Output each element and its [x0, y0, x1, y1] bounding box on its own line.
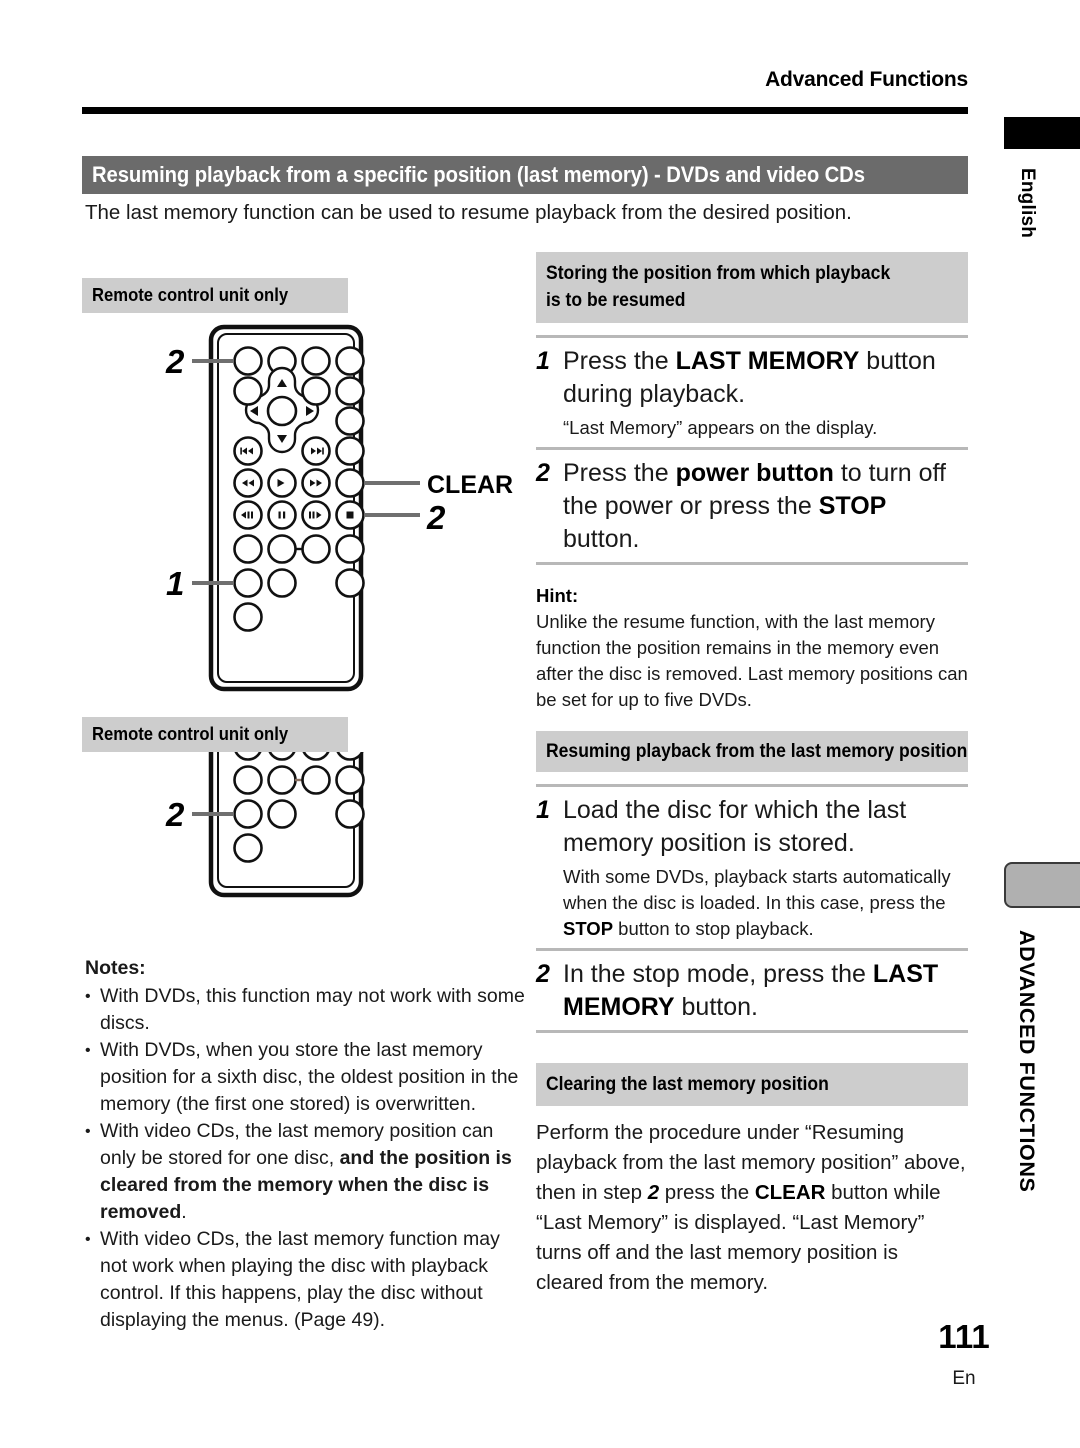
callout-clear-label: CLEAR — [427, 471, 513, 499]
subhead-storing-position-line1: Storing the position from which playback — [546, 262, 891, 284]
note-item: • With video CDs, the last memory functio… — [85, 1226, 525, 1334]
step-1-resume: 1 Load the disc for which the last memor… — [536, 787, 968, 948]
remote-diagram-partial: 2 — [82, 752, 522, 932]
subhead-resuming-playback-text: Resuming playback from the last memory p… — [546, 740, 968, 762]
text-run: STOP — [818, 492, 887, 520]
hint-text: Unlike the resume function, with the las… — [536, 611, 968, 710]
note-item: • With video CDs, the last memory positio… — [85, 1118, 525, 1226]
text-run: LAST MEMORY — [675, 347, 860, 375]
step-number: 1 — [536, 796, 550, 824]
bullet-icon: • — [85, 1042, 91, 1059]
note-item: • With DVDs, when you store the last memo… — [85, 1037, 525, 1118]
remote-label-bottom: Remote control unit only — [82, 717, 348, 752]
step-1-store: 1 Press the LAST MEMORY button during pl… — [536, 338, 968, 447]
bullet-icon: • — [85, 988, 91, 1005]
subhead-clearing-position: Clearing the last memory position — [536, 1063, 968, 1106]
left-column: Remote control unit only 2 1 CLEAR 2 Rem… — [82, 278, 522, 932]
step-main-text: Press the power button to turn off the p… — [563, 457, 968, 556]
remote-label-bottom-text: Remote control unit only — [92, 723, 289, 744]
remote-label-top: Remote control unit only — [82, 278, 348, 313]
text-run: Press the — [563, 459, 676, 487]
text-run: CLEAR — [754, 1181, 826, 1204]
callout-2-top: 2 — [165, 343, 185, 380]
step-sub-text: With some DVDs, playback starts automati… — [563, 864, 968, 942]
remote-diagram-partial-svg: 2 — [165, 752, 365, 898]
remote-diagram-full-svg: 2 1 CLEAR 2 — [165, 324, 513, 692]
text-run: button. — [563, 525, 640, 553]
text-run: power button — [675, 459, 834, 487]
section-title-text: Resuming playback from a specific positi… — [92, 162, 865, 187]
side-label-advanced-functions: ADVANCED FUNCTIONS — [1015, 930, 1039, 1193]
notes-list: • With DVDs, this function may not work w… — [85, 983, 525, 1334]
step-number: 1 — [536, 347, 550, 375]
step-main-text: Load the disc for which the last memory … — [563, 794, 968, 860]
note-text: With video CDs, the last memory position… — [100, 1118, 525, 1226]
callout-2-stop: 2 — [426, 499, 446, 536]
step-number: 2 — [536, 960, 550, 988]
note-text: With video CDs, the last memory function… — [100, 1226, 525, 1334]
header-rule — [82, 107, 968, 114]
note-text: With DVDs, when you store the last memor… — [100, 1037, 525, 1118]
page-language-mark: En — [952, 1368, 976, 1389]
side-tab-black — [1004, 117, 1080, 149]
text-run: With DVDs, when you store the last memor… — [100, 1039, 519, 1115]
step-2-resume: 2 In the stop mode, press the LAST MEMOR… — [536, 951, 968, 1030]
text-run: “Last Memory” appears on the display. — [563, 417, 878, 438]
note-item: • With DVDs, this function may not work w… — [85, 983, 525, 1037]
rule — [536, 1030, 968, 1033]
text-run: button to stop playback. — [613, 918, 814, 939]
hint-title: Hint: — [536, 585, 579, 606]
subhead-storing-position-line2: is to be resumed — [546, 289, 686, 311]
text-run: With video CDs, the last memory function… — [100, 1228, 500, 1331]
subhead-clearing-position-text: Clearing the last memory position — [546, 1073, 829, 1095]
rule — [536, 562, 968, 565]
remote-label-top-text: Remote control unit only — [92, 284, 289, 305]
notes-title: Notes: — [85, 957, 146, 979]
step-number: 2 — [536, 459, 550, 487]
side-tab-gray — [1004, 862, 1080, 908]
page-number: 111 — [938, 1318, 990, 1355]
callout-1: 1 — [166, 565, 184, 602]
text-run: press the — [659, 1181, 755, 1204]
text-run: . — [181, 1201, 187, 1223]
bullet-icon: • — [85, 1231, 91, 1248]
notes-block: Notes: • With DVDs, this function may not… — [85, 955, 525, 1334]
text-run: In the stop mode, press the — [563, 960, 873, 988]
text-run: STOP — [563, 918, 614, 939]
step-2-store: 2 Press the power button to turn off the… — [536, 450, 968, 562]
remote-diagram-full: 2 1 CLEAR 2 — [82, 313, 522, 713]
step-main-text: In the stop mode, press the LAST MEMORY … — [563, 958, 968, 1024]
text-run: button. — [674, 993, 758, 1021]
step-main-text: Press the LAST MEMORY button during play… — [563, 345, 968, 411]
text-run: With some DVDs, playback starts automati… — [563, 866, 951, 913]
clearing-paragraph: Perform the procedure under “Resuming pl… — [536, 1118, 968, 1298]
side-label-english: English — [1017, 168, 1038, 239]
intro-paragraph: The last memory function can be used to … — [85, 201, 852, 224]
running-head: Advanced Functions — [765, 68, 968, 91]
bullet-icon: • — [85, 1123, 91, 1140]
text-run: Load the disc for which the last memory … — [563, 796, 907, 857]
right-column: Storing the position from which playback… — [536, 252, 968, 1298]
text-run: With DVDs, this function may not work wi… — [100, 985, 525, 1034]
step-sub-text: “Last Memory” appears on the display. — [563, 415, 968, 441]
subhead-resuming-playback: Resuming playback from the last memory p… — [536, 731, 968, 772]
note-text: With DVDs, this function may not work wi… — [100, 983, 525, 1037]
callout-2-bottom: 2 — [165, 796, 185, 833]
hint-block: Hint: Unlike the resume function, with t… — [536, 583, 968, 713]
text-run: Press the — [563, 347, 676, 375]
subhead-storing-position: Storing the position from which playback… — [536, 252, 968, 323]
text-run: 2 — [647, 1181, 660, 1204]
section-title-band: Resuming playback from a specific positi… — [82, 156, 968, 194]
